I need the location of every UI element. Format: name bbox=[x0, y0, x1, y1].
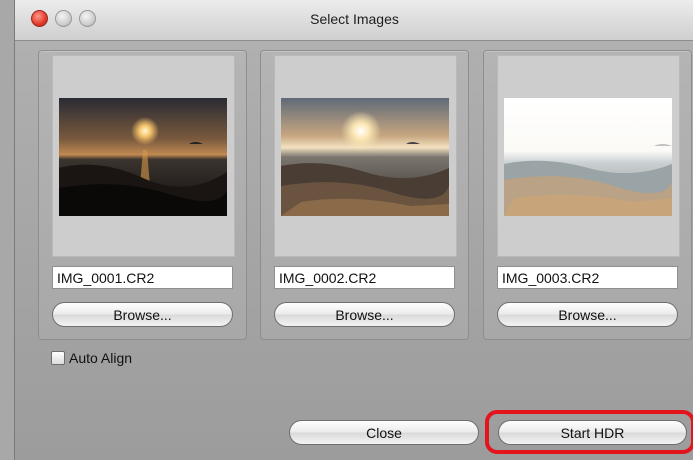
auto-align-label: Auto Align bbox=[69, 350, 133, 366]
sunset-photo-icon bbox=[504, 98, 672, 216]
image-preview-1 bbox=[52, 55, 235, 257]
start-hdr-highlight bbox=[485, 410, 693, 454]
image-panel-1: IMG_0001.CR2 Browse... bbox=[38, 50, 247, 340]
filename-field-3[interactable]: IMG_0003.CR2 bbox=[497, 266, 678, 289]
window-title: Select Images bbox=[310, 11, 399, 27]
select-images-window: Select Images IMG_0001.CR2 Browse... IMG… bbox=[14, 0, 693, 460]
close-button[interactable]: Close bbox=[289, 420, 479, 445]
filename-field-2[interactable]: IMG_0002.CR2 bbox=[274, 266, 455, 289]
browse-button-2[interactable]: Browse... bbox=[274, 302, 455, 327]
auto-align-checkbox[interactable] bbox=[51, 351, 65, 365]
image-preview-3 bbox=[497, 55, 680, 257]
auto-align-option[interactable]: Auto Align bbox=[51, 349, 132, 367]
image-panel-2: IMG_0002.CR2 Browse... bbox=[260, 50, 469, 340]
sunset-photo-icon bbox=[59, 98, 227, 216]
filename-field-1[interactable]: IMG_0001.CR2 bbox=[52, 266, 233, 289]
image-panel-3: IMG_0003.CR2 Browse... bbox=[483, 50, 692, 340]
browse-button-3[interactable]: Browse... bbox=[497, 302, 678, 327]
image-preview-2 bbox=[274, 55, 457, 257]
sunset-photo-icon bbox=[281, 98, 449, 216]
browse-button-1[interactable]: Browse... bbox=[52, 302, 233, 327]
title-bar: Select Images bbox=[15, 0, 693, 41]
